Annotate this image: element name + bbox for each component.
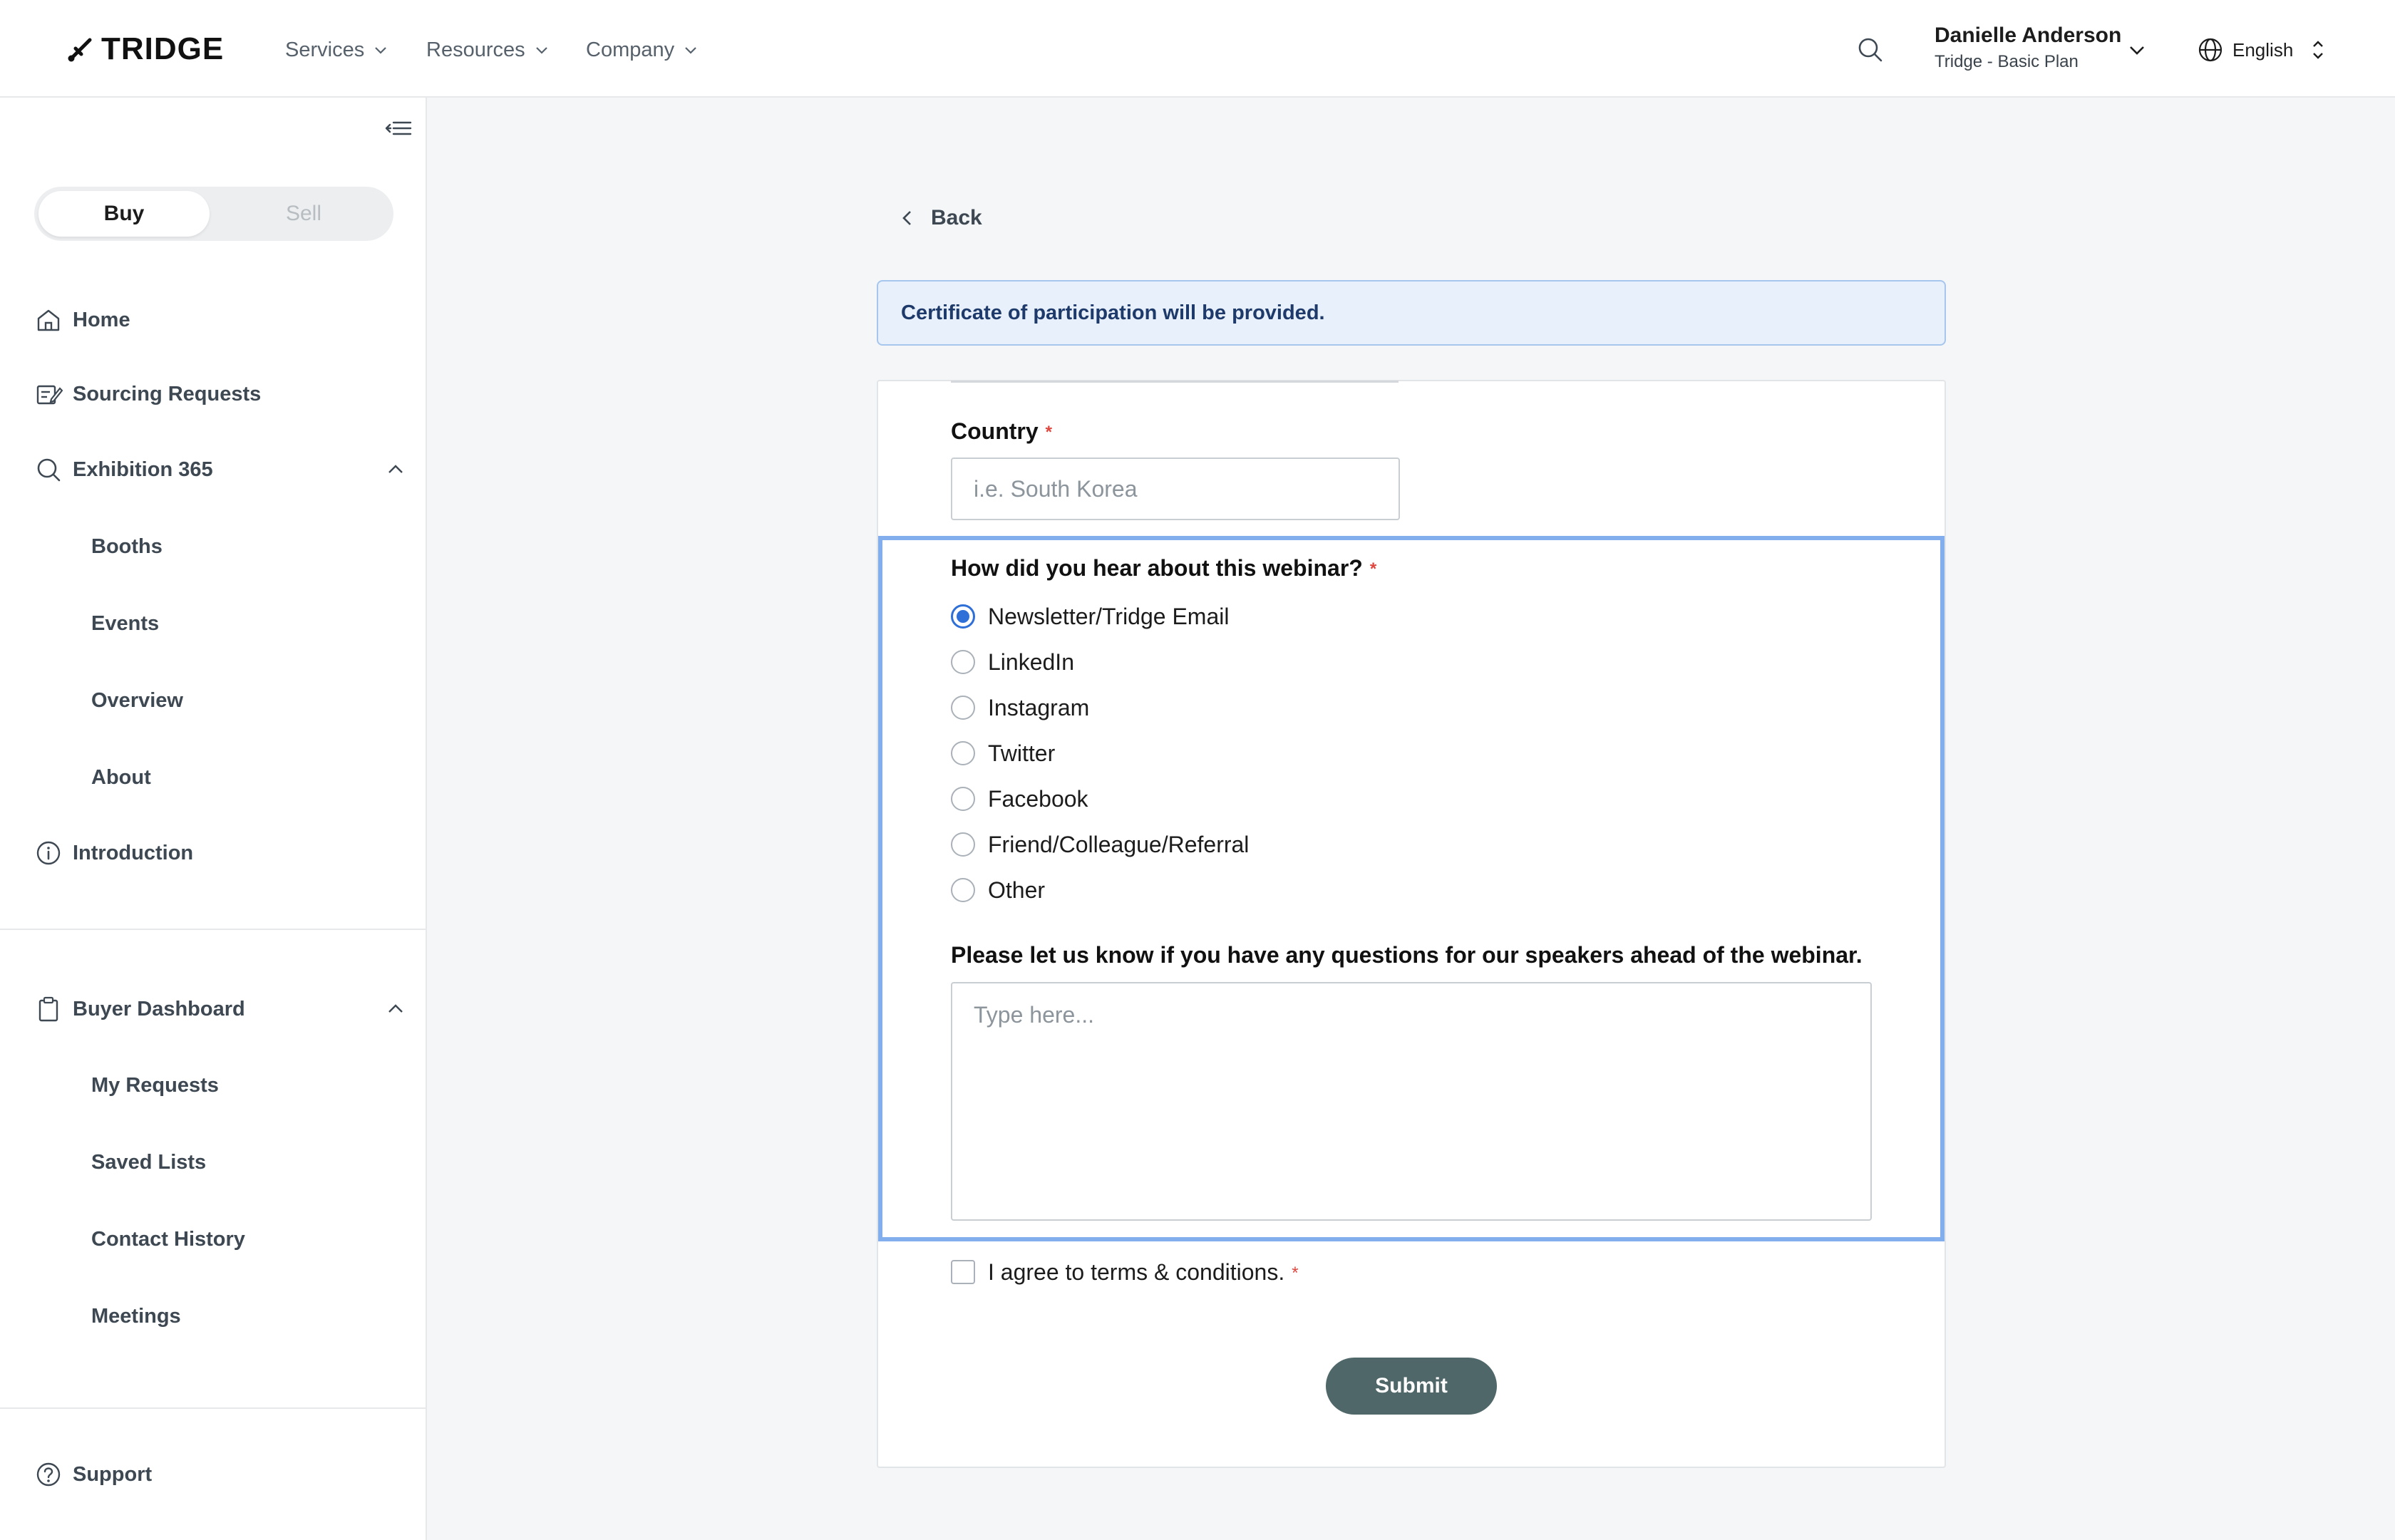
chevron-down-icon <box>685 47 696 54</box>
sidebar-subitem-booths[interactable]: Booths <box>91 531 163 562</box>
info-icon <box>36 841 61 865</box>
registration-form <box>877 380 1946 1468</box>
sidebar-item-support[interactable]: Support <box>34 1457 152 1492</box>
nav-services-label: Services <box>285 38 365 61</box>
sidebar-subitem-events[interactable]: Events <box>91 608 159 639</box>
back-link[interactable]: Back <box>898 202 982 234</box>
radio-option-label: Twitter <box>988 740 1056 766</box>
sidebar-subitem-overview[interactable]: Overview <box>91 685 183 716</box>
chevron-left-icon <box>902 211 911 225</box>
sidebar-item-label: Introduction <box>73 841 194 864</box>
toggle-sell[interactable]: Sell <box>218 191 389 237</box>
country-label: Country * <box>951 415 1052 447</box>
help-icon <box>36 1462 61 1487</box>
radio-option-newsletter[interactable]: Newsletter/Tridge Email <box>951 600 1229 633</box>
sidebar-item-label: Buyer Dashboard <box>73 997 245 1020</box>
sidebar-item-home[interactable]: Home <box>34 303 130 337</box>
sidebar-subitem-meetings[interactable]: Meetings <box>91 1301 181 1332</box>
nav-services[interactable]: Services <box>285 34 388 66</box>
chevron-down-icon <box>375 47 386 54</box>
sidebar-item-label: Exhibition 365 <box>73 458 213 481</box>
clipboard-icon <box>38 996 58 1022</box>
toggle-buy[interactable]: Buy <box>38 191 210 237</box>
chevron-up-icon[interactable] <box>385 459 406 480</box>
search-icon <box>37 458 61 482</box>
collapse-sidebar-icon[interactable] <box>383 113 413 143</box>
tridge-logo[interactable]: TRIDGE <box>67 31 224 67</box>
radio-option-facebook[interactable]: Facebook <box>951 782 1088 815</box>
logo-text: TRIDGE <box>101 31 225 66</box>
radio-option-label: Newsletter/Tridge Email <box>988 603 1230 629</box>
radio-option-twitter[interactable]: Twitter <box>951 737 1055 770</box>
radio-button[interactable] <box>951 787 975 811</box>
questions-label: Please let us know if you have any quest… <box>951 942 1863 968</box>
terms-agreement[interactable]: I agree to terms & conditions. * <box>951 1256 1299 1288</box>
sourcing-icon <box>36 385 63 405</box>
radio-button[interactable] <box>951 650 975 674</box>
sidebar-subitem-contact-history[interactable]: Contact History <box>91 1224 245 1255</box>
search-icon[interactable] <box>1856 36 1885 64</box>
sort-updown-icon <box>2313 41 2324 59</box>
sidebar: Buy Sell Home Sourcing Requests Exhibiti… <box>0 98 427 1540</box>
sidebar-subitem-my-requests[interactable]: My Requests <box>91 1070 219 1101</box>
sidebar-item-label: Home <box>73 308 130 331</box>
radio-option-label: Other <box>988 877 1046 903</box>
sidebar-item-label: Support <box>73 1462 153 1486</box>
country-input[interactable] <box>951 458 1400 520</box>
sidebar-item-sourcing-requests[interactable]: Sourcing Requests <box>34 377 261 411</box>
terms-checkbox[interactable] <box>951 1260 975 1284</box>
radio-option-label: Facebook <box>988 785 1088 812</box>
required-mark: * <box>1045 423 1052 442</box>
country-label-text: Country <box>951 418 1039 444</box>
logo-mark-icon <box>68 38 92 62</box>
sidebar-item-buyer-dashboard[interactable]: Buyer Dashboard <box>34 992 245 1026</box>
radio-button[interactable] <box>951 832 975 857</box>
certificate-notice: Certificate of participation will be pro… <box>877 280 1946 346</box>
previous-field-edge <box>951 371 1399 383</box>
hear-about-label: How did you hear about this webinar? * <box>951 552 1376 584</box>
radio-button[interactable] <box>951 741 975 765</box>
home-icon <box>37 309 60 331</box>
nav-company[interactable]: Company <box>586 34 699 66</box>
radio-option-label: Friend/Colleague/Referral <box>988 831 1250 857</box>
user-menu[interactable]: Danielle Anderson Tridge - Basic Plan <box>1935 21 2121 74</box>
sidebar-divider <box>0 929 427 930</box>
nav-company-label: Company <box>586 38 675 61</box>
sidebar-subitem-about[interactable]: About <box>91 762 151 793</box>
globe-icon <box>2198 38 2223 62</box>
radio-option-referral[interactable]: Friend/Colleague/Referral <box>951 828 1249 861</box>
sidebar-item-exhibition-365[interactable]: Exhibition 365 <box>34 453 213 487</box>
sidebar-item-introduction[interactable]: Introduction <box>34 836 193 870</box>
sidebar-item-label: Sourcing Requests <box>73 382 262 405</box>
buy-sell-toggle: Buy Sell <box>34 187 393 241</box>
chevron-up-icon[interactable] <box>385 998 406 1020</box>
required-mark: * <box>1292 1263 1299 1283</box>
nav-resources-label: Resources <box>426 38 525 61</box>
radio-button-selected[interactable] <box>951 604 975 629</box>
top-navigation-bar: TRIDGE Services Resources Company Daniel… <box>0 0 2395 98</box>
language-label: English <box>2232 38 2294 61</box>
chevron-down-icon[interactable] <box>2127 40 2147 60</box>
sidebar-subitem-saved-lists[interactable]: Saved Lists <box>91 1147 206 1178</box>
radio-option-other[interactable]: Other <box>951 874 1045 906</box>
submit-button[interactable]: Submit <box>1326 1358 1497 1415</box>
sidebar-divider <box>0 1407 427 1409</box>
radio-option-linkedin[interactable]: LinkedIn <box>951 646 1074 678</box>
back-label: Back <box>931 206 982 229</box>
user-name: Danielle Anderson <box>1935 24 2122 47</box>
radio-option-label: LinkedIn <box>988 648 1074 675</box>
radio-button[interactable] <box>951 696 975 720</box>
radio-option-instagram[interactable]: Instagram <box>951 691 1089 724</box>
language-selector[interactable]: English <box>2197 34 2326 66</box>
hear-about-label-text: How did you hear about this webinar? <box>951 555 1363 581</box>
chevron-down-icon <box>535 47 547 54</box>
nav-resources[interactable]: Resources <box>426 34 550 66</box>
terms-label: I agree to terms & conditions. <box>988 1259 1285 1285</box>
user-plan: Tridge - Basic Plan <box>1935 52 2079 71</box>
required-mark: * <box>1369 559 1377 579</box>
radio-option-label: Instagram <box>988 694 1090 720</box>
questions-textarea[interactable] <box>951 982 1872 1221</box>
radio-button[interactable] <box>951 878 975 902</box>
